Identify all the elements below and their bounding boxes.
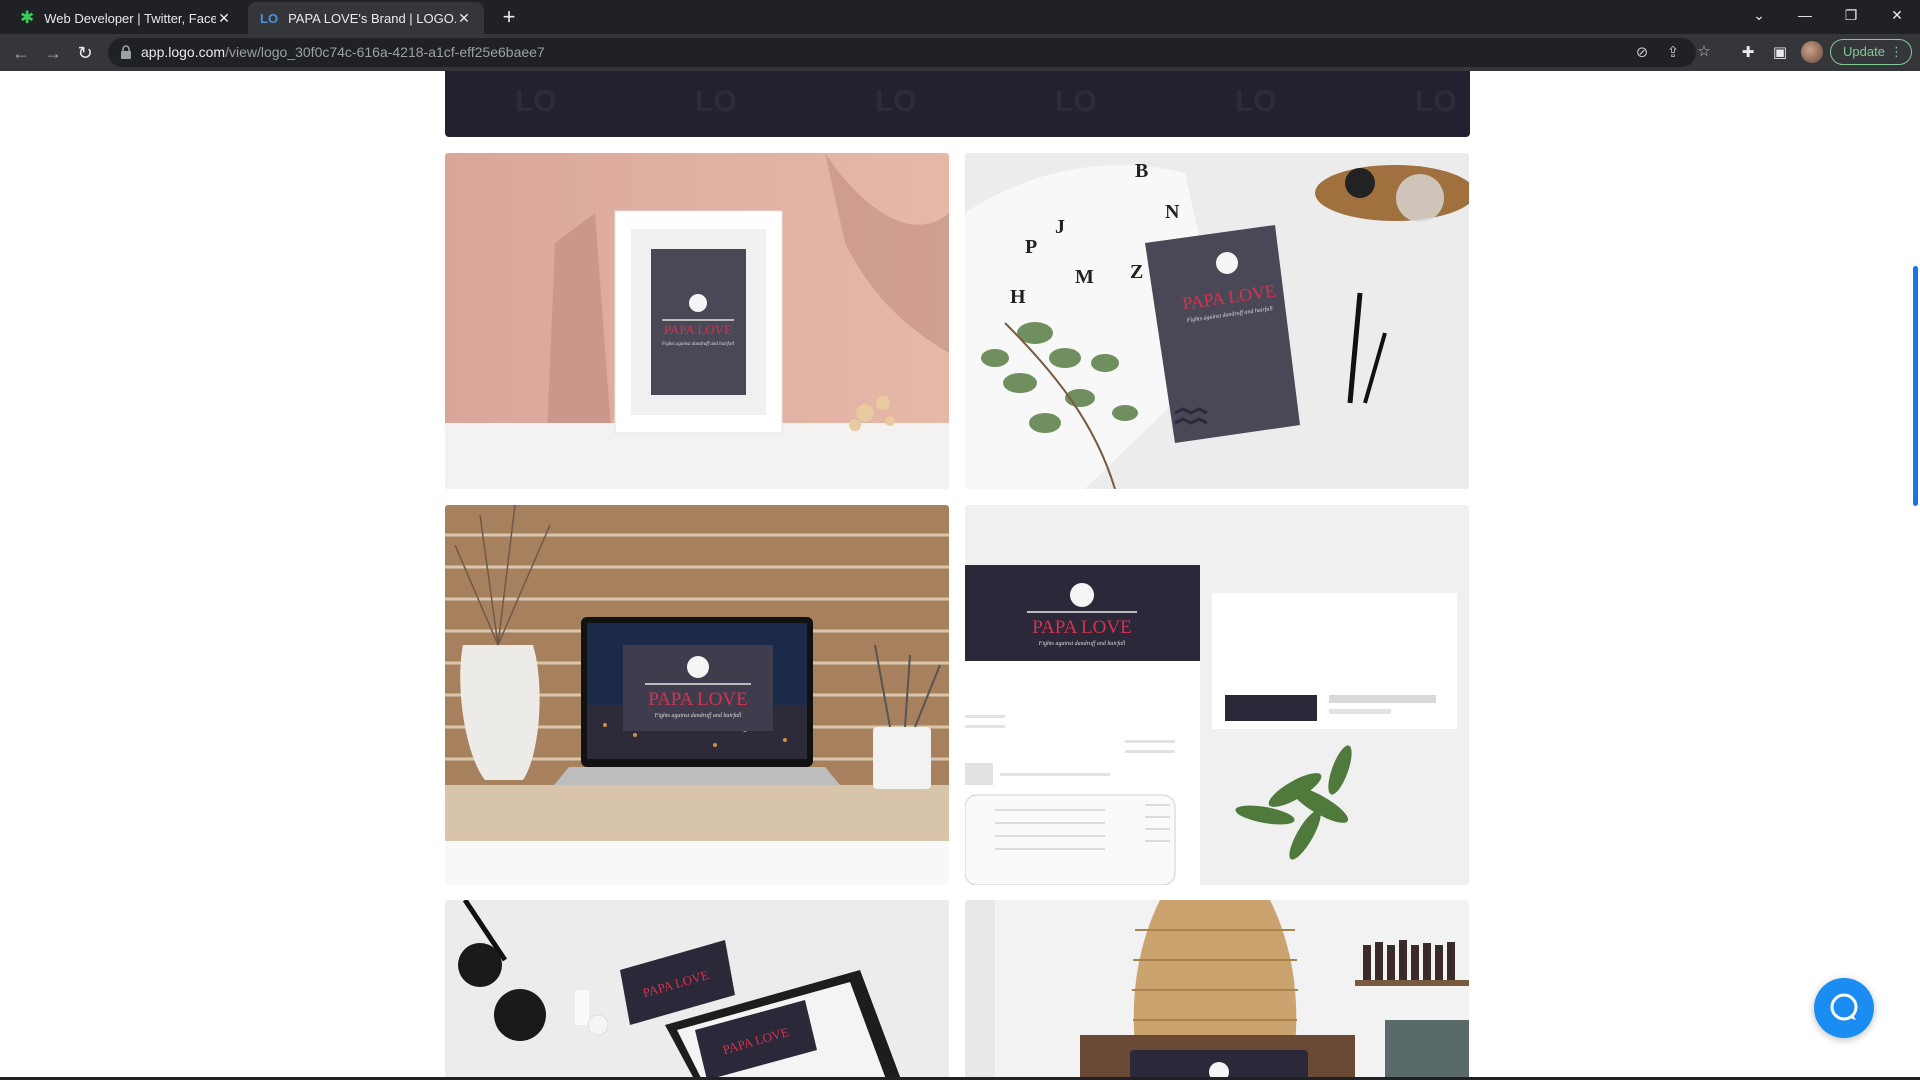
more-icon: ⋮ [1890,44,1903,59]
brand-name-text: PAPA LOVE [664,322,732,337]
page-viewport: LO LO LO LO LO LO PAPA LOVE Fights again… [0,71,1920,1080]
tab-web-developer[interactable]: ✱ Web Developer | Twitter, Faceboo ✕ [8,2,244,34]
back-button[interactable]: ← [8,40,34,66]
watermark-logo: LO [1055,85,1097,118]
toolbar: ← → ↻ app.logo.com/view/logo_30f0c74c-61… [0,34,1920,71]
reload-button[interactable]: ↻ [72,40,98,66]
clipboard-mockup-image: PAPA LOVE PAPA LOVE [445,900,949,1080]
url-text: app.logo.com/view/logo_30f0c74c-616a-421… [141,44,545,60]
close-icon[interactable]: ✕ [456,10,472,27]
svg-text:M: M [1075,266,1094,288]
tab-papa-love[interactable]: LO PAPA LOVE's Brand | LOGO.com ✕ [248,2,484,34]
brand-name-text: PAPA LOVE [648,689,747,710]
extensions-icon[interactable]: ✚ [1737,42,1759,64]
forward-button[interactable]: → [40,40,66,66]
svg-text:Z: Z [1130,261,1143,283]
mockup-clipboard[interactable]: PAPA LOVE PAPA LOVE [445,900,949,1080]
svg-text:B: B [1135,160,1148,182]
chat-bubble-icon [1830,993,1858,1021]
brand-name-text: PAPA LOVE [1032,617,1131,638]
stationery-mockup-image: PAPA LOVE Fights against dandruff and ha… [965,505,1469,885]
watermark-logo: LO [1235,85,1277,118]
restore-button[interactable]: ❐ [1828,0,1874,30]
mockup-frame[interactable]: PAPA LOVE Fights against dandruff and ha… [445,153,949,489]
watermark-logo: LO [875,85,917,118]
green-asterisk-icon: ✱ [20,8,35,27]
watermark-logo: LO [515,85,557,118]
laptop-mockup-image: PAPA LOVE Fights against dandruff and ha… [445,505,949,885]
url-path: /view/logo_30f0c74c-616a-4218-a1cf-eff25… [225,44,545,60]
mockup-lamp-sign[interactable] [965,900,1469,1080]
update-button[interactable]: Update ⋮ [1830,39,1912,65]
side-panel-icon[interactable]: ▣ [1769,42,1791,64]
svg-text:H: H [1010,286,1026,308]
star-icon[interactable]: ☆ [1694,42,1714,62]
share-icon[interactable]: ⇪ [1663,43,1683,63]
tab-strip: ✱ Web Developer | Twitter, Faceboo ✕ LO … [0,0,1920,34]
svg-text:N: N [1165,201,1180,223]
brand-tagline-text: Fights against dandruff and hairfall [654,712,742,719]
lamp-sign-mockup-image [965,900,1469,1080]
notebook-mockup-image: B N P M Z H J PAPA LOVE Fights against d… [965,153,1469,489]
lock-icon [121,45,131,59]
chat-button[interactable] [1814,978,1874,1038]
avatar[interactable] [1801,41,1823,63]
eye-off-icon[interactable]: ⊘ [1632,43,1652,63]
svg-text:P: P [1025,236,1037,258]
browser-chrome: ✱ Web Developer | Twitter, Faceboo ✕ LO … [0,0,1920,71]
tab-title: Web Developer | Twitter, Faceboo [44,10,216,26]
tab-title: PAPA LOVE's Brand | LOGO.com [288,10,456,26]
brand-tagline-text: Fights against dandruff and hairfall [661,342,735,347]
url-host: app.logo.com [141,44,226,60]
watermark-logo: LO [1415,85,1457,118]
new-tab-button[interactable]: + [496,5,522,31]
logo-com-icon: LO [260,10,279,26]
address-bar[interactable]: app.logo.com/view/logo_30f0c74c-616a-421… [108,38,1711,67]
update-label: Update [1843,44,1885,59]
logo-preview-banner: LO LO LO LO LO LO [445,71,1470,137]
watermark-logo: LO [695,85,737,118]
mockup-laptop[interactable]: PAPA LOVE Fights against dandruff and ha… [445,505,949,885]
svg-text:J: J [1055,216,1065,238]
brand-tagline-text: Fights against dandruff and hairfall [1038,640,1126,647]
mockup-notebook[interactable]: B N P M Z H J PAPA LOVE Fights against d… [965,153,1469,489]
tab-search-icon[interactable]: ⌄ [1736,0,1782,30]
scrollbar[interactable] [1913,266,1918,506]
minimize-button[interactable]: — [1782,0,1828,30]
close-icon[interactable]: ✕ [216,10,232,27]
mockup-stationery[interactable]: PAPA LOVE Fights against dandruff and ha… [965,505,1469,885]
frame-mockup-image: PAPA LOVE Fights against dandruff and ha… [445,153,949,489]
close-window-button[interactable]: ✕ [1874,0,1920,30]
